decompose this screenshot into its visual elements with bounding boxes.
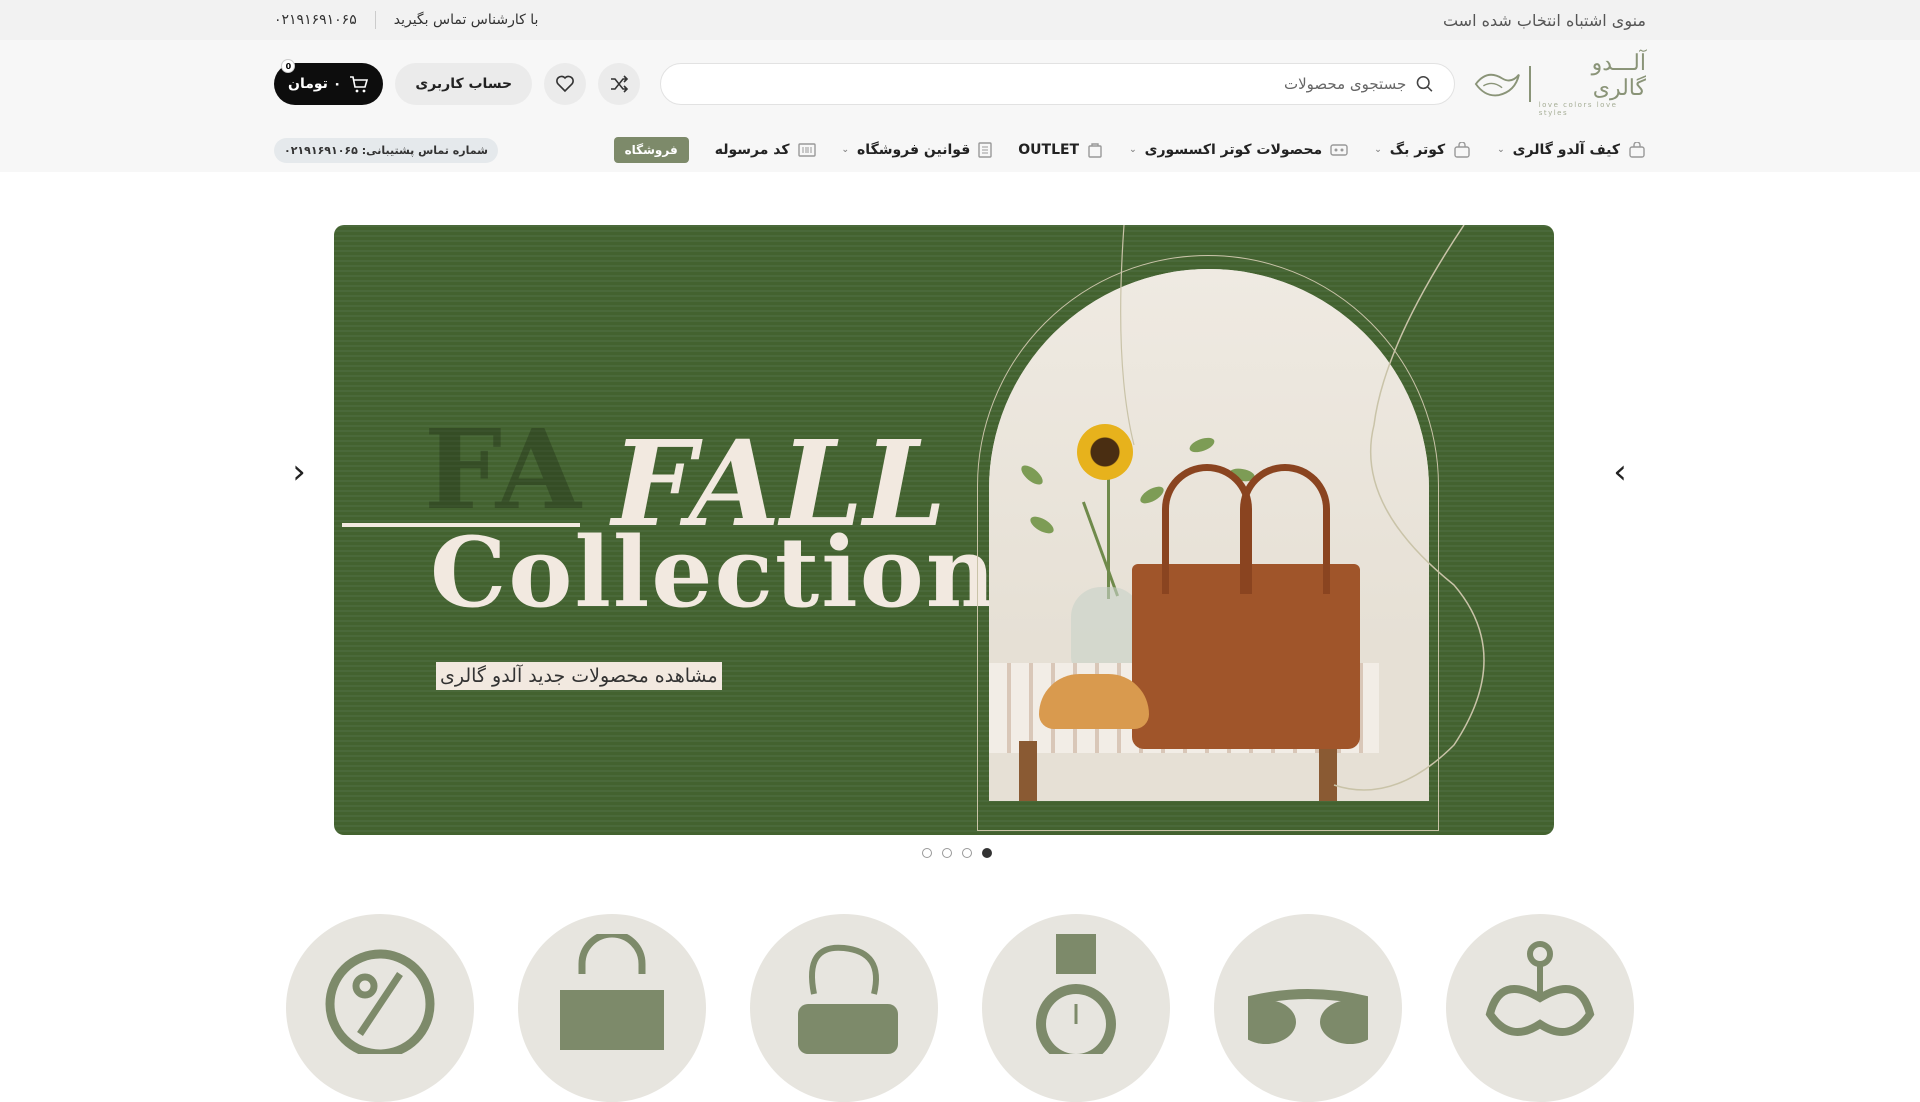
category-keychains[interactable] bbox=[1446, 914, 1634, 1102]
shop-badge[interactable]: فروشگاه bbox=[613, 137, 689, 163]
hero-slide[interactable]: FA FALL Collection مشاهده محصولات جدید آ… bbox=[334, 225, 1554, 835]
nav-item-aldo-bags[interactable]: کیف آلدو گالری ⌄ bbox=[1497, 142, 1646, 158]
category-discount[interactable] bbox=[286, 914, 474, 1102]
compare-button[interactable] bbox=[598, 63, 641, 105]
discount-icon bbox=[325, 949, 435, 1054]
keychain-icon bbox=[1485, 941, 1595, 1036]
hero-section: FA FALL Collection مشاهده محصولات جدید آ… bbox=[0, 172, 1920, 872]
document-icon bbox=[978, 142, 992, 158]
bag-icon bbox=[1629, 142, 1645, 158]
top-contact: با کارشناس تماس بگیرید ۰۲۱۹۱۶۹۱۰۶۵ bbox=[274, 11, 538, 29]
slider-dot-active[interactable] bbox=[982, 848, 992, 858]
nav-item-store-rules[interactable]: قوانین فروشگاه ⌄ bbox=[842, 142, 993, 158]
slider-dots bbox=[922, 848, 992, 858]
account-button[interactable]: حساب کاربری bbox=[395, 63, 533, 105]
slider-dot[interactable] bbox=[922, 848, 932, 858]
divider bbox=[374, 11, 376, 29]
prev-slide-button[interactable]: ‹ bbox=[284, 452, 314, 492]
chevron-down-icon: ⌄ bbox=[1497, 145, 1505, 155]
nav-label: OUTLET bbox=[1018, 142, 1080, 158]
nav-item-outlet[interactable]: OUTLET bbox=[1018, 142, 1103, 158]
slider-dot[interactable] bbox=[962, 848, 972, 858]
barcode-icon bbox=[797, 143, 816, 157]
chevron-left-icon: ‹ bbox=[292, 452, 306, 492]
accessory-icon bbox=[1330, 144, 1348, 156]
site-header: آلـــدو گالری love colors love styles جس… bbox=[0, 40, 1920, 172]
top-bar: منوی اشتباه انتخاب شده است با کارشناس تم… bbox=[0, 0, 1920, 40]
chevron-down-icon: ⌄ bbox=[1374, 145, 1382, 155]
menu-notice: منوی اشتباه انتخاب شده است bbox=[1442, 10, 1646, 30]
logo-name: آلـــدو گالری bbox=[1591, 51, 1646, 101]
top-phone[interactable]: ۰۲۱۹۱۶۹۱۰۶۵ bbox=[274, 12, 357, 28]
nav-item-coter-bag[interactable]: کوتر بگ ⌄ bbox=[1374, 142, 1471, 158]
shopping-bag-icon bbox=[560, 934, 664, 1050]
search-icon[interactable] bbox=[1416, 75, 1433, 93]
category-circles bbox=[286, 914, 1634, 1102]
cart-count-badge: 0 bbox=[281, 59, 296, 73]
contact-text: با کارشناس تماس بگیرید bbox=[393, 12, 539, 28]
outlet-icon bbox=[1088, 143, 1102, 158]
nav-label: کد مرسوله bbox=[714, 142, 790, 158]
chevron-down-icon: ⌄ bbox=[1129, 145, 1137, 155]
crossbody-bag-icon bbox=[798, 944, 898, 1054]
search-bar[interactable] bbox=[659, 63, 1455, 105]
search-input[interactable] bbox=[680, 75, 1407, 93]
nav-item-accessories[interactable]: محصولات کوتر اکسسوری ⌄ bbox=[1129, 142, 1348, 158]
category-sunglasses[interactable] bbox=[1214, 914, 1402, 1102]
slider-dot[interactable] bbox=[942, 848, 952, 858]
watch-icon bbox=[1036, 934, 1116, 1054]
bird-logo-icon bbox=[1474, 73, 1520, 97]
main-nav: کیف آلدو گالری ⌄ کوتر بگ ⌄ محصولات کوتر … bbox=[274, 128, 1646, 172]
category-crossbody[interactable] bbox=[750, 914, 938, 1102]
nav-label: کوتر بگ bbox=[1389, 142, 1446, 158]
sunglasses-icon bbox=[1248, 989, 1368, 1044]
category-watches[interactable] bbox=[982, 914, 1170, 1102]
decorative-line bbox=[1120, 225, 1485, 791]
cart-icon bbox=[350, 76, 369, 93]
chevron-right-icon: › bbox=[1613, 452, 1627, 492]
cart-total: ۰ تومان bbox=[288, 76, 342, 92]
heart-icon bbox=[556, 75, 575, 93]
chevron-down-icon: ⌄ bbox=[841, 145, 850, 155]
shuffle-icon bbox=[611, 75, 629, 93]
cart-button[interactable]: ۰ تومان 0 bbox=[274, 59, 384, 105]
category-shopping-bags[interactable] bbox=[518, 914, 706, 1102]
next-slide-button[interactable]: › bbox=[1605, 452, 1635, 492]
bag-icon bbox=[1454, 142, 1470, 158]
nav-label: قوانین فروشگاه bbox=[857, 142, 971, 158]
nav-label: محصولات کوتر اکسسوری bbox=[1144, 142, 1323, 158]
support-phone[interactable]: شماره تماس پشتیبانی: ۰۲۱۹۱۶۹۱۰۶۵ bbox=[274, 137, 498, 163]
logo-divider bbox=[1528, 66, 1531, 102]
wishlist-button[interactable] bbox=[544, 63, 587, 105]
logo-tagline: love colors love styles bbox=[1538, 101, 1618, 117]
nav-label: کیف آلدو گالری bbox=[1512, 142, 1620, 158]
nav-item-tracking-code[interactable]: کد مرسوله bbox=[715, 142, 816, 158]
site-logo[interactable]: آلـــدو گالری love colors love styles bbox=[1474, 51, 1646, 117]
